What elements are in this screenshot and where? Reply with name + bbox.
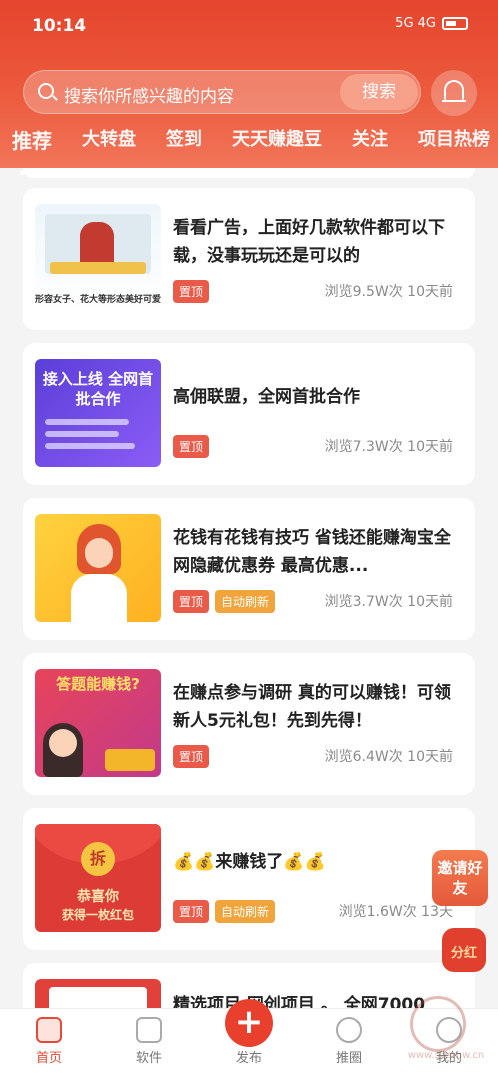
- auto-refresh-badge: 自动刷新: [215, 900, 276, 923]
- watermark-text: www.5asmw.cn: [407, 1050, 485, 1061]
- card-title: 高佣联盟，全网首批合作: [173, 387, 360, 407]
- nav-circle-label: 推圈: [335, 1051, 362, 1066]
- card-title: 💰💰来赚钱了💰💰: [173, 852, 326, 872]
- card-thumbnail: [35, 979, 161, 1010]
- coin-icon: 拆: [81, 842, 115, 876]
- thumbnail-caption: 形容女子、花大等形态美好可爱: [35, 295, 161, 305]
- nav-publish-label: 发布: [235, 1051, 262, 1066]
- pinned-badge: 置顶: [173, 435, 210, 458]
- feed-list: 形容女子、花大等形态美好可爱 看看广告，上面好几款软件都可以下载，没事玩玩还是可…: [0, 168, 498, 1010]
- home-icon: [36, 1017, 62, 1043]
- tab-hot-projects[interactable]: 项目热榜: [418, 125, 490, 165]
- card-meta: 浏览7.3W次 10天前: [324, 439, 453, 455]
- card-thumbnail: [35, 514, 161, 622]
- list-item[interactable]: 答题能赚钱? 在赚点参与调研 真的可以赚钱！可领新人5元礼包！先到先得！ 置顶 …: [23, 653, 475, 795]
- folder-icon: [136, 1017, 162, 1043]
- list-item[interactable]: 花钱有花钱有技巧 省钱还能赚淘宝全网隐藏优惠券 最高优惠... 置顶 自动刷新 …: [23, 498, 475, 640]
- pinned-badge: 置顶: [173, 280, 210, 303]
- card-meta: 浏览3.7W次 10天前: [324, 594, 453, 610]
- nav-software-label: 软件: [135, 1051, 162, 1066]
- tab-wheel[interactable]: 大转盘: [82, 125, 136, 165]
- card-partial-top: [23, 168, 475, 178]
- thumbnail-line1: 恭喜你: [77, 889, 119, 905]
- card-meta: 浏览6.4W次 10天前: [324, 749, 453, 765]
- watermark-seal: [410, 996, 466, 1052]
- status-bar: 10:14 5G 4G: [0, 0, 498, 52]
- card-title: 看看广告，上面好几款软件都可以下载，没事玩玩还是可以的: [173, 218, 445, 266]
- tab-checkin[interactable]: 签到: [166, 125, 202, 165]
- status-icons: 5G 4G: [395, 16, 468, 31]
- watermark: www.5asmw.cn: [396, 990, 496, 1070]
- tab-follow[interactable]: 关注: [352, 125, 388, 165]
- nav-home-label: 首页: [35, 1051, 62, 1066]
- nav-circle[interactable]: 推圈: [314, 1017, 384, 1066]
- header: 10:14 5G 4G 搜索你所感兴趣的内容 搜索 推荐 大转盘 签到 天天赚趣…: [0, 0, 498, 175]
- list-item[interactable]: 形容女子、花大等形态美好可爱 看看广告，上面好几款软件都可以下载，没事玩玩还是可…: [23, 188, 475, 330]
- pinned-badge: 置顶: [173, 745, 210, 768]
- thumbnail-headline: 答题能赚钱?: [56, 675, 140, 693]
- category-tabs: 推荐 大转盘 签到 天天赚趣豆 关注 项目热榜: [12, 125, 490, 175]
- tab-daily-beans[interactable]: 天天赚趣豆: [232, 125, 322, 165]
- search-button[interactable]: 搜索: [340, 74, 418, 110]
- battery-icon: [442, 17, 468, 30]
- dividend-button[interactable]: 分红: [436, 924, 492, 976]
- card-meta: 浏览9.5W次 10天前: [324, 284, 453, 300]
- notification-button[interactable]: [431, 70, 477, 116]
- bell-icon: [442, 80, 466, 102]
- pinned-badge: 置顶: [173, 900, 210, 923]
- card-thumbnail: 拆 恭喜你 获得一枚红包: [35, 824, 161, 932]
- pinned-badge: 置顶: [173, 590, 210, 613]
- nav-software[interactable]: 软件: [114, 1017, 184, 1066]
- network-signal-text: 5G 4G: [395, 16, 436, 31]
- card-title: 花钱有花钱有技巧 省钱还能赚淘宝全网隐藏优惠券 最高优惠...: [173, 528, 451, 576]
- search-input[interactable]: 搜索你所感兴趣的内容: [64, 82, 234, 107]
- refresh-icon: [336, 1017, 362, 1043]
- status-time: 10:14: [32, 16, 87, 36]
- nav-publish[interactable]: 发布: [214, 1047, 284, 1066]
- search-bar[interactable]: 搜索你所感兴趣的内容 搜索: [23, 70, 421, 114]
- plus-icon[interactable]: +: [225, 999, 273, 1047]
- search-icon: [38, 83, 54, 99]
- card-thumbnail: 接入上线 全网首批合作: [35, 359, 161, 467]
- list-item[interactable]: 拆 恭喜你 获得一枚红包 💰💰来赚钱了💰💰 置顶 自动刷新 浏览1.6W次 13…: [23, 808, 475, 950]
- tab-recommend[interactable]: 推荐: [12, 125, 52, 175]
- dividend-label: 分红: [450, 946, 477, 961]
- thumbnail-line2: 获得一枚红包: [61, 908, 134, 922]
- card-thumbnail: 形容女子、花大等形态美好可爱: [35, 204, 161, 312]
- card-title: 在赚点参与调研 真的可以赚钱！可领新人5元礼包！先到先得！: [173, 683, 451, 731]
- card-thumbnail: 答题能赚钱?: [35, 669, 161, 777]
- list-item[interactable]: 接入上线 全网首批合作 高佣联盟，全网首批合作 置顶 浏览7.3W次 10天前: [23, 343, 475, 485]
- nav-home[interactable]: 首页: [14, 1017, 84, 1066]
- auto-refresh-badge: 自动刷新: [215, 590, 276, 613]
- invite-friends-button[interactable]: 邀请好友: [432, 850, 488, 906]
- thumbnail-headline: 接入上线 全网首批合作: [42, 370, 154, 408]
